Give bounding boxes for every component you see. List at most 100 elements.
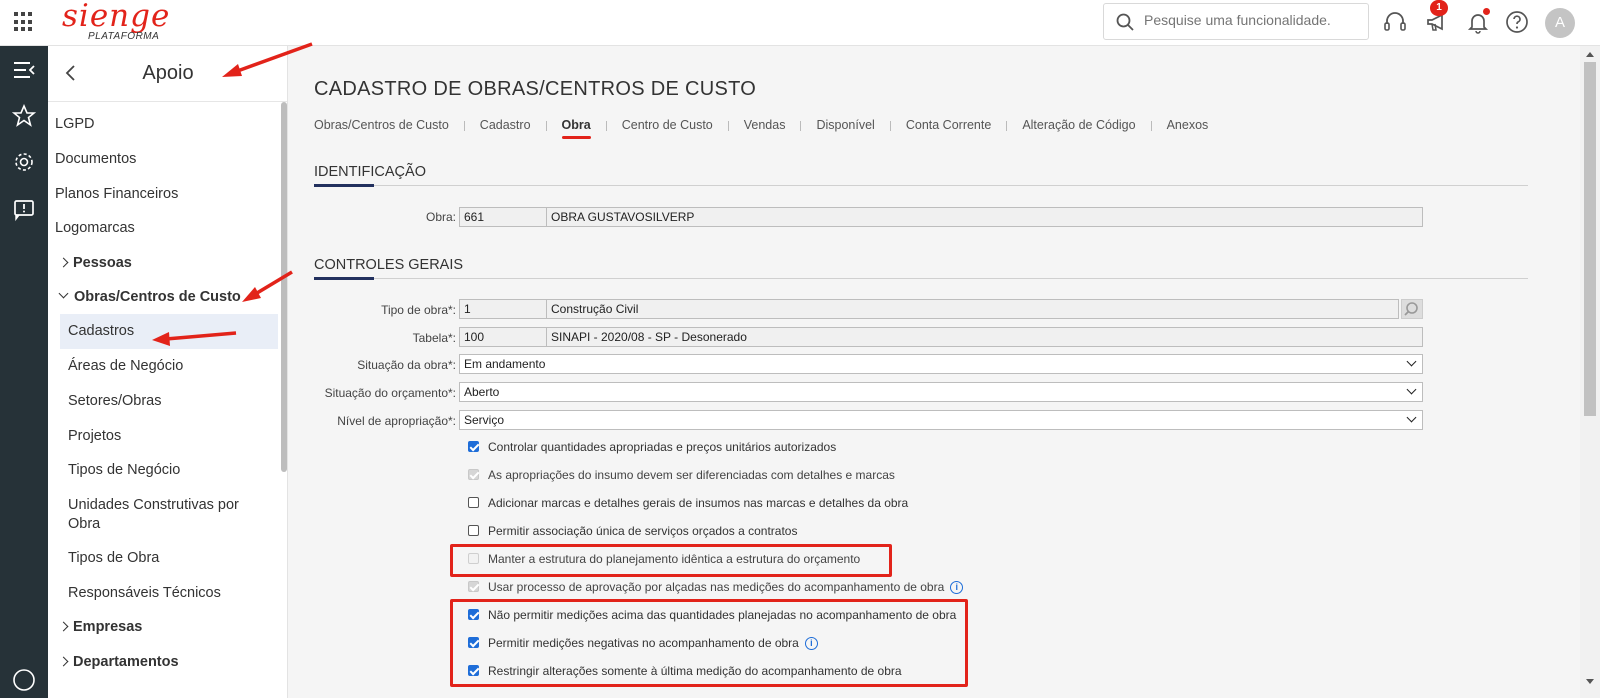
checkbox-label: As apropriações do insumo devem ser dife… [488, 468, 895, 482]
checkbox-unchecked[interactable] [468, 497, 479, 509]
sidebar-item-tipos-negocio[interactable]: Tipos de Negócio [68, 462, 180, 478]
sidebar-header: Apoio [48, 46, 287, 102]
obra-code-field[interactable]: 661 [459, 207, 547, 227]
sidebar-group-label: Departamentos [73, 654, 179, 670]
tab-label: Alteração de Código [1022, 118, 1136, 132]
tab-vendas[interactable]: Vendas [744, 118, 817, 132]
scrollbar-thumb[interactable] [1584, 62, 1596, 416]
sidebar-item-logomarcas[interactable]: Logomarcas [55, 220, 135, 236]
tipo-obra-lookup-button[interactable] [1401, 299, 1423, 319]
section-title: IDENTIFICAÇÃO [314, 164, 426, 180]
nivel-apropriacao-label: Nível de apropriação*: [337, 414, 456, 428]
sidebar-group-label: Empresas [73, 619, 143, 635]
sidebar-item-unidades-construtivas[interactable]: Unidades Construtivas por [68, 497, 239, 513]
tabela-label: Tabela*: [412, 331, 456, 345]
chevron-down-icon [1406, 356, 1417, 367]
search-input[interactable] [1144, 12, 1359, 28]
page-scrollbar[interactable] [1580, 46, 1600, 698]
tipo-obra-name-field[interactable]: Construção Civil [546, 299, 1399, 319]
logo-wordmark: sienge [62, 0, 171, 34]
tab-label: Centro de Custo [621, 118, 713, 132]
phone-icon[interactable] [12, 668, 36, 692]
tab-label: Obras/Centros de Custo [314, 118, 449, 132]
sidebar-group-obras[interactable]: Obras/Centros de Custo [58, 288, 241, 305]
sidebar-item-projetos[interactable]: Projetos [68, 428, 121, 444]
sidebar-item-areas-negocio[interactable]: Áreas de Negócio [68, 358, 183, 374]
tab-anexos[interactable]: Anexos [1167, 118, 1209, 132]
menu-collapse-icon[interactable] [12, 58, 36, 82]
sidebar-scrollbar[interactable] [281, 102, 287, 472]
main-content: CADASTRO DE OBRAS/CENTROS DE CUSTO Obras… [288, 46, 1580, 698]
sidebar-item-setores-obras[interactable]: Setores/Obras [68, 393, 162, 409]
situacao-orcamento-select[interactable]: Aberto [459, 382, 1423, 402]
help-icon[interactable] [1504, 9, 1530, 35]
checkbox-row: As apropriações do insumo devem ser dife… [468, 468, 895, 484]
sidebar-item-planos-financeiros[interactable]: Planos Financeiros [55, 186, 178, 202]
tab-alteracao-codigo[interactable]: Alteração de Código [1022, 118, 1166, 132]
sidebar-group-pessoas[interactable]: Pessoas [58, 255, 132, 271]
tab-disponivel[interactable]: Disponível [816, 118, 905, 132]
sidebar-group-empresas[interactable]: Empresas [58, 619, 143, 635]
sidebar-item-responsaveis-tecnicos[interactable]: Responsáveis Técnicos [68, 585, 221, 601]
sidebar-item-cadastros[interactable]: Cadastros [60, 314, 278, 349]
notification-count-badge: 1 [1430, 0, 1448, 16]
sidebar-item-lgpd[interactable]: LGPD [55, 116, 95, 132]
star-icon[interactable] [12, 104, 36, 128]
tabela-code-field[interactable]: 100 [459, 327, 547, 347]
tipo-obra-code-field[interactable]: 1 [459, 299, 547, 319]
user-avatar[interactable]: A [1545, 8, 1575, 38]
chevron-down-icon [1406, 384, 1417, 395]
left-icon-rail [0, 46, 48, 698]
tabela-name-field[interactable]: SINAPI - 2020/08 - SP - Desonerado [546, 327, 1423, 347]
sidebar-title: Apoio [142, 62, 194, 84]
checkbox-row[interactable]: Adicionar marcas e detalhes gerais de in… [468, 496, 908, 512]
tab-bar: Obras/Centros de Custo Cadastro Obra Centro… [314, 116, 1209, 139]
tab-label: Obra [561, 118, 591, 132]
sidebar-item-tipos-obra[interactable]: Tipos de Obra [68, 550, 159, 566]
gear-icon[interactable] [12, 150, 36, 174]
situacao-obra-select[interactable]: Em andamento [459, 354, 1423, 374]
sienge-logo[interactable]: sienge PLATAFORMA [58, 0, 178, 46]
tab-label: Conta Corrente [905, 118, 992, 132]
feedback-icon[interactable] [12, 198, 36, 222]
checkbox-label: Controlar quantidades apropriadas e preç… [488, 440, 837, 454]
chevron-right-icon [58, 621, 69, 632]
obra-name-field[interactable]: OBRA GUSTAVOSILVERP [546, 207, 1423, 227]
tab-centro-custo[interactable]: Centro de Custo [622, 118, 744, 132]
checkbox-row[interactable]: Controlar quantidades apropriadas e preç… [468, 440, 836, 456]
scroll-up-icon[interactable] [1586, 52, 1594, 57]
tab-cadastro[interactable]: Cadastro [480, 118, 562, 132]
logo-subtitle: PLATAFORMA [88, 31, 160, 42]
tab-label: Anexos [1166, 118, 1209, 132]
situacao-orcamento-label: Situação do orçamento*: [324, 386, 456, 400]
tab-label: Cadastro [479, 118, 531, 132]
tab-conta-corrente[interactable]: Conta Corrente [906, 118, 1022, 132]
chevron-down-icon [1406, 412, 1417, 423]
sidebar-group-label: Obras/Centros de Custo [74, 289, 241, 305]
active-tab-underline [561, 136, 591, 139]
apps-grid-icon[interactable] [14, 12, 34, 32]
nivel-apropriacao-select[interactable]: Serviço [459, 410, 1423, 430]
sidebar-item-unidades-construtivas-line2[interactable]: Obra [68, 516, 100, 532]
select-value: Em andamento [464, 357, 546, 371]
situacao-obra-label: Situação da obra*: [357, 358, 456, 372]
sidebar-item-documentos[interactable]: Documentos [55, 151, 136, 167]
chevron-down-icon [58, 288, 69, 299]
tab-obra[interactable]: Obra [561, 118, 622, 139]
checkbox-row: Usar processo de aprovação por alçadas n… [468, 580, 964, 596]
info-icon[interactable]: i [950, 581, 964, 595]
checkbox-checked[interactable] [468, 441, 479, 453]
select-value: Serviço [464, 413, 505, 427]
headset-icon[interactable] [1382, 9, 1408, 35]
search-box[interactable] [1103, 3, 1369, 40]
tab-obras-centros[interactable]: Obras/Centros de Custo [314, 118, 480, 132]
tipo-obra-label: Tipo de obra*: [381, 303, 456, 317]
checkbox-row[interactable]: Permitir associação única de serviços or… [468, 524, 797, 540]
checkbox-unchecked[interactable] [468, 525, 479, 537]
highlight-box [450, 599, 968, 687]
section-accent-line [314, 277, 374, 280]
checkbox-checked-disabled [468, 469, 479, 481]
sidebar-group-departamentos[interactable]: Departamentos [58, 654, 179, 670]
search-icon [1116, 13, 1134, 31]
scroll-down-icon[interactable] [1586, 679, 1594, 684]
